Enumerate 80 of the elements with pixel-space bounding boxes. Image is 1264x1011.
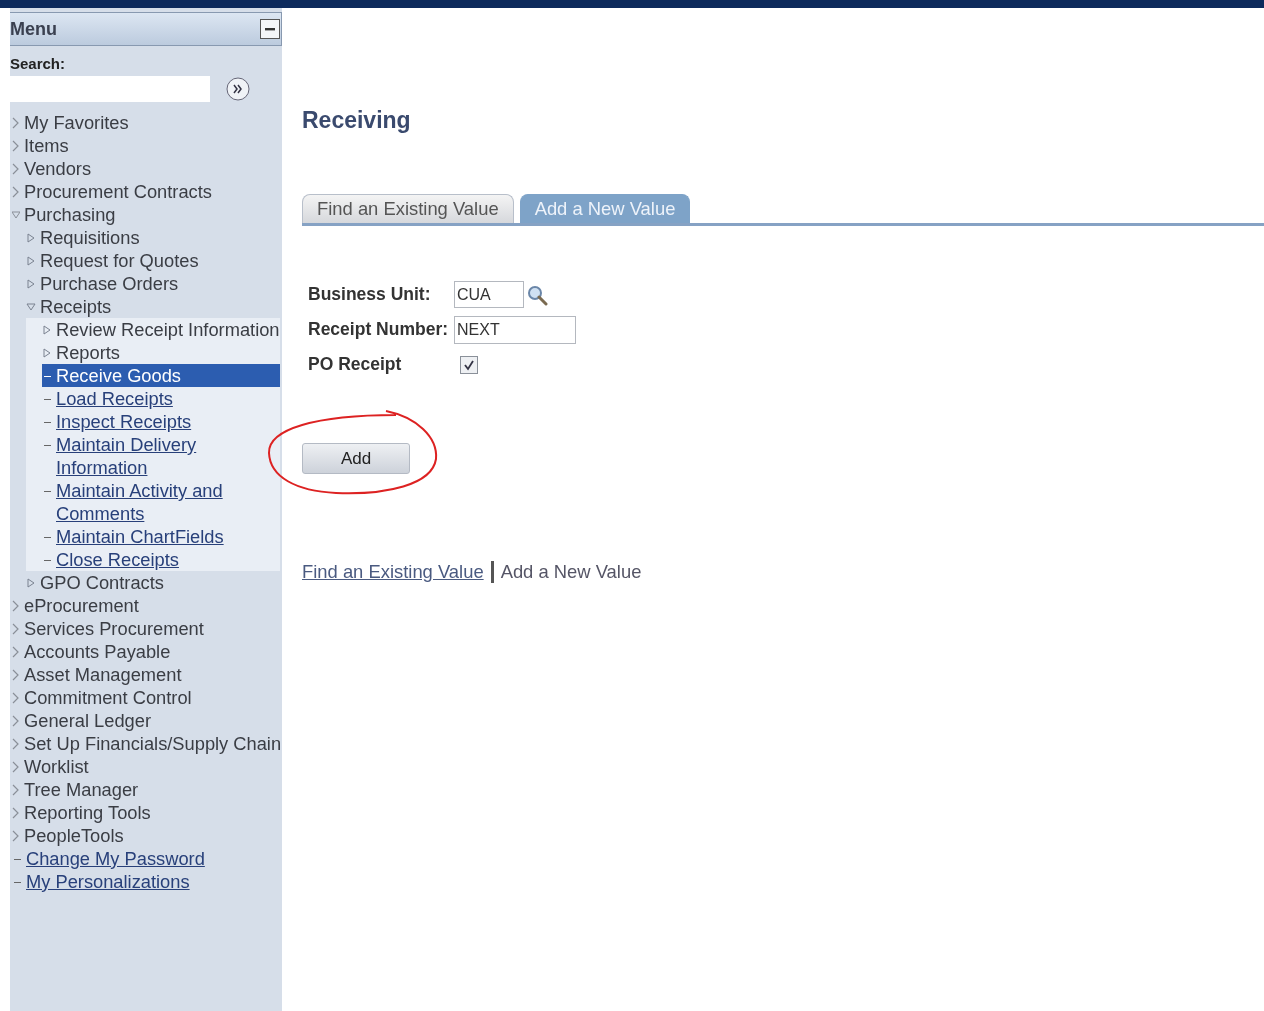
- menu-item[interactable]: Commitment Control: [24, 686, 192, 709]
- chevron-right-icon[interactable]: [12, 117, 20, 129]
- menu-link[interactable]: My Personalizations: [26, 870, 190, 893]
- collapse-icon[interactable]: [260, 19, 280, 39]
- menu-item[interactable]: Reports: [56, 341, 120, 364]
- field-label: Business Unit:: [308, 284, 432, 305]
- menu-link[interactable]: Close Receipts: [56, 548, 179, 571]
- caret-right-icon[interactable]: [26, 577, 36, 589]
- menu-link[interactable]: Maintain ChartFields: [56, 525, 224, 548]
- menu-item[interactable]: Asset Management: [24, 663, 182, 686]
- chevron-right-icon[interactable]: [12, 140, 20, 152]
- caret-right-icon[interactable]: [26, 232, 36, 244]
- menu-item[interactable]: Procurement Contracts: [24, 180, 212, 203]
- dash-icon: [44, 376, 51, 377]
- chevron-right-icon[interactable]: [12, 646, 20, 658]
- dash-icon: [44, 399, 51, 400]
- menu-item[interactable]: PeopleTools: [24, 824, 124, 847]
- caret-right-icon[interactable]: [26, 278, 36, 290]
- caret-right-icon[interactable]: [42, 347, 52, 359]
- menu-item[interactable]: Set Up Financials/Supply Chain: [24, 732, 282, 755]
- input-field[interactable]: CUA: [454, 281, 524, 308]
- dash-icon: [14, 859, 21, 860]
- menu-item[interactable]: General Ledger: [24, 709, 152, 732]
- page-title: Receiving: [302, 107, 412, 134]
- menu-item[interactable]: Requisitions: [40, 226, 140, 249]
- footer-link[interactable]: Find an Existing Value: [302, 561, 484, 583]
- checkbox[interactable]: [460, 355, 478, 374]
- menu-item[interactable]: Review Receipt Information: [56, 318, 280, 341]
- dash-icon: [44, 422, 51, 423]
- input-field[interactable]: NEXT: [454, 315, 576, 344]
- chevron-right-icon[interactable]: [12, 784, 20, 796]
- chevron-right-icon[interactable]: [12, 738, 20, 750]
- caret-right-icon[interactable]: [26, 255, 36, 267]
- add-button[interactable]: Add: [302, 443, 410, 474]
- menu-item[interactable]: Receipts: [40, 295, 112, 318]
- search-label: Search:: [10, 55, 67, 72]
- chevron-right-icon[interactable]: [12, 715, 20, 727]
- chevron-right-icon[interactable]: [12, 807, 20, 819]
- menu-item[interactable]: Items: [24, 134, 69, 157]
- menu-item[interactable]: eProcurement: [24, 594, 139, 617]
- dash-icon: [44, 491, 51, 492]
- current-page-label: Add a New Value: [500, 561, 642, 583]
- menu-item[interactable]: Tree Manager: [24, 778, 139, 801]
- chevron-right-icon[interactable]: [12, 669, 20, 681]
- chevron-right-icon[interactable]: [12, 600, 20, 612]
- menu-link[interactable]: Change My Password: [26, 847, 205, 870]
- menu-link[interactable]: Load Receipts: [56, 387, 173, 410]
- menu-link[interactable]: Maintain Delivery Information: [56, 433, 280, 479]
- chevron-right-icon[interactable]: [12, 186, 20, 198]
- field-label: PO Receipt: [308, 354, 403, 375]
- dash-icon: [44, 537, 51, 538]
- caret-right-icon[interactable]: [42, 324, 52, 336]
- menu-item[interactable]: Purchase Orders: [40, 272, 179, 295]
- menu-item[interactable]: Worklist: [24, 755, 89, 778]
- menu-item[interactable]: Accounts Payable: [24, 640, 171, 663]
- menu-link[interactable]: Maintain Activity and Comments: [56, 479, 280, 525]
- chevron-right-icon[interactable]: [12, 623, 20, 635]
- menu-item[interactable]: Services Procurement: [24, 617, 204, 640]
- caret-down-icon[interactable]: [12, 209, 20, 221]
- chevron-right-icon[interactable]: [12, 761, 20, 773]
- chevron-right-icon[interactable]: [12, 830, 20, 842]
- menu-item[interactable]: Request for Quotes: [40, 249, 199, 272]
- menu-title: Menu: [10, 18, 57, 40]
- field-label: Receipt Number:: [308, 319, 450, 340]
- tab[interactable]: Find an Existing Value: [302, 194, 514, 223]
- menu-item[interactable]: Purchasing: [24, 203, 116, 226]
- search-icon[interactable]: [526, 283, 548, 306]
- go-icon[interactable]: [226, 77, 250, 101]
- menu-item[interactable]: Vendors: [24, 157, 92, 180]
- caret-down-icon[interactable]: [26, 301, 36, 313]
- chevron-right-icon[interactable]: [12, 692, 20, 704]
- menu-item[interactable]: Reporting Tools: [24, 801, 151, 824]
- dash-icon: [14, 882, 21, 883]
- menu-item[interactable]: GPO Contracts: [40, 571, 164, 594]
- search-field[interactable]: [10, 76, 210, 102]
- chevron-right-icon[interactable]: [12, 163, 20, 175]
- menu-item[interactable]: My Favorites: [24, 111, 129, 134]
- menu-link[interactable]: Inspect Receipts: [56, 410, 192, 433]
- dash-icon: [44, 445, 51, 446]
- dash-icon: [44, 560, 51, 561]
